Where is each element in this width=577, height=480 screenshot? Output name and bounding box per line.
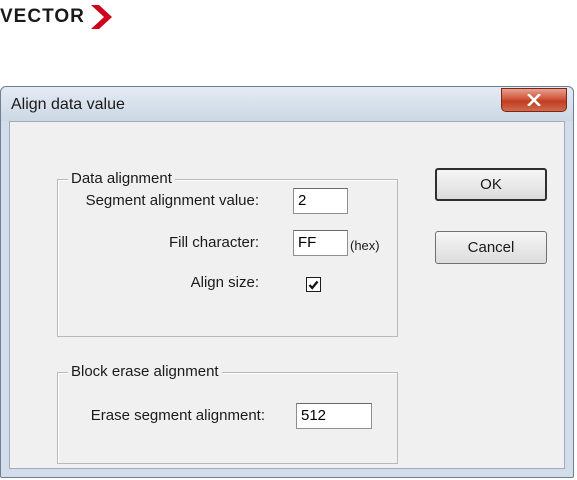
segment-alignment-label: Segment alignment value: bbox=[85, 192, 259, 209]
align-size-checkbox[interactable] bbox=[306, 277, 321, 292]
align-data-value-dialog: Align data value Data alignment Segment … bbox=[0, 86, 574, 478]
vector-logo: VECTOR bbox=[0, 4, 113, 30]
hex-suffix-label: (hex) bbox=[350, 238, 380, 253]
chevron-logo-icon bbox=[90, 5, 112, 29]
block-erase-alignment-group: Block erase alignment Erase segment alig… bbox=[57, 363, 398, 464]
dialog-titlebar[interactable]: Align data value bbox=[1, 87, 573, 121]
fill-character-label: Fill character: bbox=[168, 234, 259, 251]
logo-text: VECTOR bbox=[0, 6, 85, 27]
block-erase-legend: Block erase alignment bbox=[68, 363, 222, 380]
checkmark-icon bbox=[308, 280, 319, 290]
dialog-client-area: Data alignment Segment alignment value: … bbox=[9, 121, 565, 469]
cancel-button[interactable]: Cancel bbox=[435, 231, 547, 264]
dialog-title: Align data value bbox=[11, 96, 125, 113]
fill-character-input[interactable]: FF bbox=[293, 230, 348, 256]
erase-segment-alignment-input[interactable]: 512 bbox=[296, 403, 372, 429]
data-alignment-legend: Data alignment bbox=[68, 170, 175, 187]
align-size-label: Align size: bbox=[190, 274, 259, 291]
data-alignment-group: Data alignment Segment alignment value: … bbox=[57, 170, 398, 337]
close-button[interactable] bbox=[501, 88, 567, 112]
close-x-icon bbox=[527, 94, 541, 106]
ok-button[interactable]: OK bbox=[435, 168, 547, 201]
segment-alignment-input[interactable]: 2 bbox=[293, 188, 348, 214]
erase-segment-alignment-label: Erase segment alignment: bbox=[90, 407, 265, 424]
